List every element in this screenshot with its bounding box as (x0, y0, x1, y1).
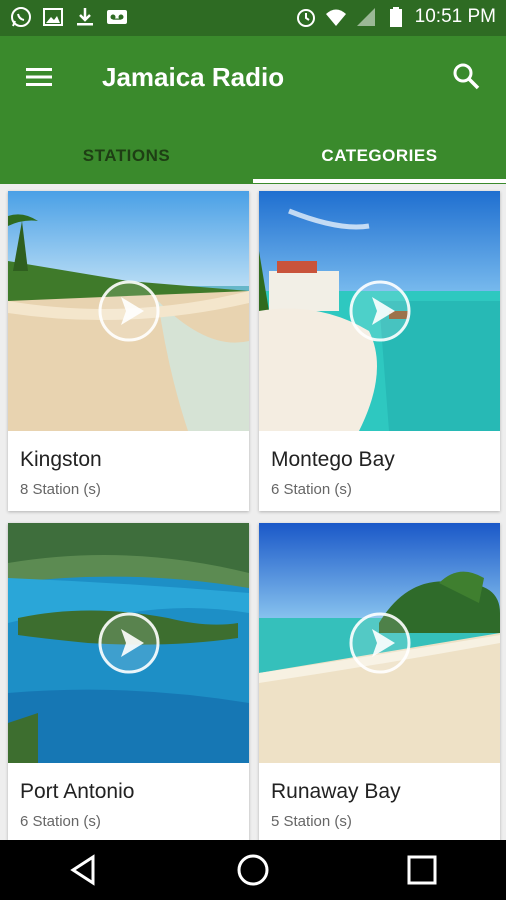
whatsapp-icon (10, 6, 32, 28)
category-card-runaway-bay[interactable]: Runaway Bay 5 Station (s) (259, 523, 500, 840)
category-name: Kingston (20, 448, 102, 471)
voicemail-icon (106, 6, 128, 28)
category-card-kingston[interactable]: Kingston 8 Station (s) (8, 191, 249, 511)
category-name: Runaway Bay (271, 780, 401, 803)
category-grid: Kingston 8 Station (s) Montego Bay 6 Sta… (0, 184, 506, 840)
station-count: 6 Station (s) (20, 813, 101, 830)
station-count: 5 Station (s) (271, 813, 352, 830)
tab-bar: STATIONS CATEGORIES (0, 128, 506, 184)
category-name: Montego Bay (271, 448, 395, 471)
search-button[interactable] (450, 60, 482, 92)
play-icon (98, 612, 160, 674)
station-count: 8 Station (s) (20, 481, 101, 498)
play-icon (98, 280, 160, 342)
category-name: Port Antonio (20, 780, 135, 803)
category-card-montego-bay[interactable]: Montego Bay 6 Station (s) (259, 191, 500, 511)
app-bar: Jamaica Radio STATIONS CATEGORIES (0, 36, 506, 184)
back-button[interactable] (59, 845, 109, 895)
active-tab-indicator (253, 179, 506, 183)
status-time: 10:51 PM (414, 6, 496, 27)
download-icon (74, 6, 96, 28)
system-nav-bar (0, 840, 506, 900)
tab-categories[interactable]: CATEGORIES (253, 128, 506, 184)
recents-icon (407, 855, 437, 885)
back-icon (70, 854, 95, 886)
alarm-icon (295, 6, 317, 28)
play-icon (349, 280, 411, 342)
wifi-icon (325, 6, 347, 28)
signal-icon (355, 6, 377, 28)
notification-icons (10, 6, 128, 28)
category-image-montego-bay (259, 191, 500, 431)
category-card-port-antonio[interactable]: Port Antonio 6 Station (s) (8, 523, 249, 840)
app-title: Jamaica Radio (102, 62, 285, 92)
home-icon (237, 854, 269, 886)
home-button[interactable] (228, 845, 278, 895)
status-bar: 10:51 PM (0, 0, 506, 36)
station-count: 6 Station (s) (271, 481, 352, 498)
play-icon (349, 612, 411, 674)
search-icon (453, 63, 480, 90)
tab-stations[interactable]: STATIONS (0, 128, 253, 184)
menu-icon (26, 68, 52, 86)
menu-button[interactable] (24, 62, 54, 92)
category-image-kingston (8, 191, 249, 431)
system-icons: 10:51 PM (295, 6, 496, 28)
battery-icon (385, 6, 407, 28)
gallery-icon (42, 6, 64, 28)
category-image-port-antonio (8, 523, 249, 763)
recents-button[interactable] (397, 845, 447, 895)
category-image-runaway-bay (259, 523, 500, 763)
